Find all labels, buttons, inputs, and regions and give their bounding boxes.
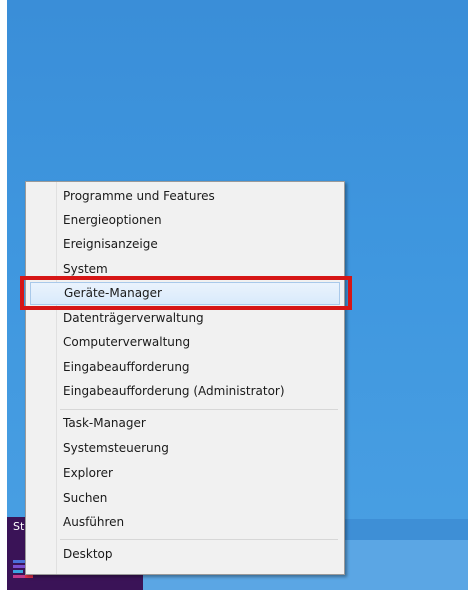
menu-item-computerverwaltung[interactable]: Computerverwaltung (30, 331, 340, 354)
menu-item-desktop[interactable]: Desktop (30, 543, 340, 566)
menu-item-ausfuehren[interactable]: Ausführen (30, 511, 340, 534)
menu-item-eingabeaufforderung[interactable]: Eingabeaufforderung (30, 356, 340, 379)
context-menu: Programme und Features Energieoptionen E… (25, 181, 345, 575)
menu-item-programme-und-features[interactable]: Programme und Features (30, 185, 340, 208)
highlight-annotation-box (20, 276, 352, 310)
menu-item-datentraegerverwaltung[interactable]: Datenträgerverwaltung (30, 307, 340, 330)
start-label: St (13, 520, 25, 533)
menu-item-eingabeaufforderung-admin[interactable]: Eingabeaufforderung (Administrator) (30, 380, 340, 403)
menu-separator (60, 409, 338, 410)
menu-item-systemsteuerung[interactable]: Systemsteuerung (30, 437, 340, 460)
menu-separator (60, 539, 338, 540)
menu-item-energieoptionen[interactable]: Energieoptionen (30, 209, 340, 232)
menu-item-explorer[interactable]: Explorer (30, 462, 340, 485)
menu-item-task-manager[interactable]: Task-Manager (30, 412, 340, 435)
menu-item-ereignisanzeige[interactable]: Ereignisanzeige (30, 233, 340, 256)
menu-item-suchen[interactable]: Suchen (30, 487, 340, 510)
